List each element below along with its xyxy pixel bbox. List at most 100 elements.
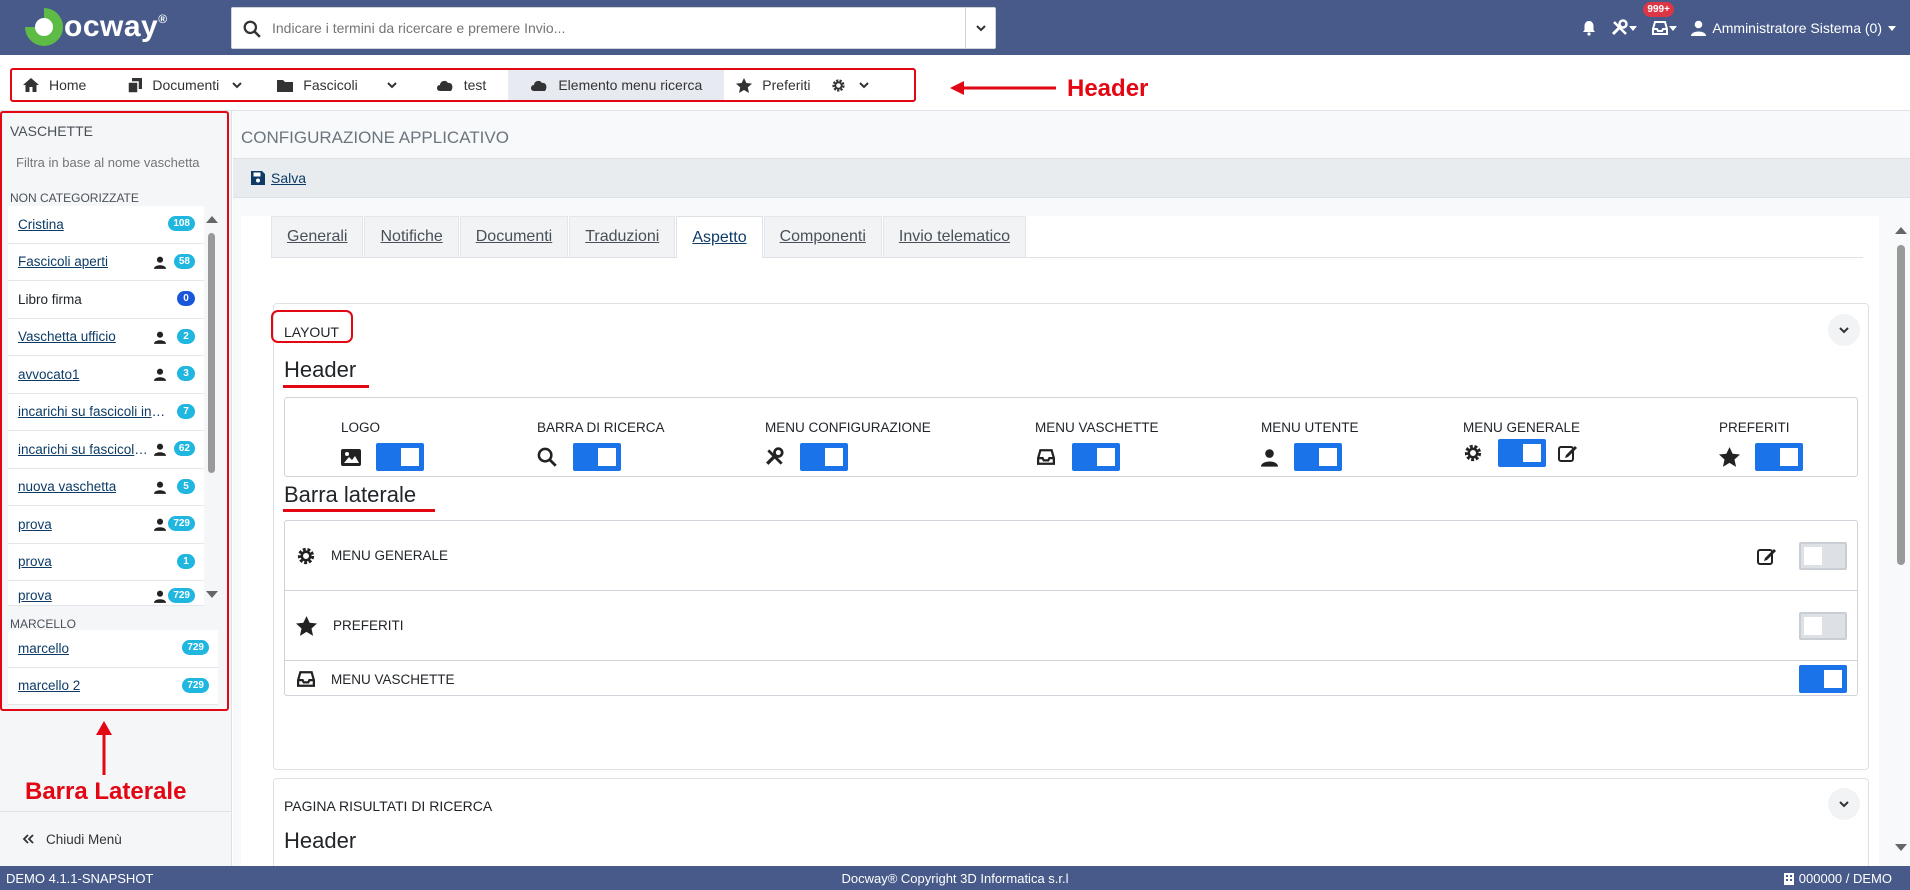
option-label: BARRA DI RICERCA <box>537 420 665 435</box>
close-menu-label: Chiudi Menù <box>46 831 122 847</box>
option-label: MENU GENERALE <box>1463 420 1581 435</box>
annotation-arrow-up <box>96 721 112 775</box>
option-label: PREFERITI <box>333 618 404 633</box>
user-menu-button[interactable]: Amministratore Sistema (0) <box>1691 20 1896 36</box>
toggle-header-vaschette[interactable] <box>1072 443 1120 471</box>
header-option-logo: LOGO <box>341 420 424 471</box>
tab-invio-telematico[interactable]: Invio telematico <box>882 216 1027 257</box>
save-button[interactable]: Salva <box>251 170 306 186</box>
option-label: PREFERITI <box>1719 420 1790 435</box>
tab-traduzioni[interactable]: Traduzioni <box>569 216 676 257</box>
header-option-vaschette: MENU VASCHETTE <box>1035 420 1159 471</box>
main-nav: Home Documenti Fascicoli test Elemento m… <box>0 55 1910 111</box>
building-icon <box>1783 872 1794 885</box>
results-collapse-button[interactable] <box>1828 788 1860 820</box>
notifications-button[interactable] <box>1581 20 1597 36</box>
header-option-general: MENU GENERALE <box>1463 420 1580 467</box>
aoo-indicator: 000000 / DEMO <box>1783 871 1892 886</box>
caret-down-icon <box>1629 25 1638 31</box>
chevron-down-icon <box>1839 801 1849 808</box>
bell-icon <box>1583 20 1596 36</box>
edit-icon[interactable] <box>1757 546 1777 566</box>
header-option-user: MENU UTENTE <box>1261 420 1359 471</box>
toggle-header-search[interactable] <box>573 443 621 471</box>
gear-icon <box>1464 444 1482 462</box>
config-menu-button[interactable] <box>1611 18 1638 37</box>
aoo-label: 000000 / DEMO <box>1798 871 1892 886</box>
option-label: MENU VASCHETTE <box>331 671 455 687</box>
chevron-down-icon <box>1839 327 1849 334</box>
caret-down-icon <box>1669 25 1678 31</box>
logo-text: ocway <box>64 10 159 43</box>
inbox-icon <box>1037 449 1055 465</box>
results-header-section-title: Header <box>284 828 357 853</box>
main-content: CONFIGURAZIONE APPLICATIVO Salva General… <box>233 111 1910 866</box>
toggle-header-user[interactable] <box>1294 443 1342 471</box>
sidebar-options-box: MENU GENERALE PREFERITI MENU VASCHETTE <box>284 520 1858 696</box>
top-bar: ocway® 999+ Amministratore Sistema (0) <box>0 0 1910 55</box>
top-right-menu: 999+ Amministratore Sistema (0) <box>1581 0 1910 55</box>
vaschette-menu-button[interactable]: 999+ <box>1643 1 1678 36</box>
sidebar-underline-annotation <box>283 509 435 512</box>
sidebar-annotation-label: Barra Laterale <box>25 778 187 805</box>
results-card-title: PAGINA RISULTATI DI RICERCA <box>284 798 493 814</box>
toggle-header-config[interactable] <box>800 443 848 471</box>
layout-annotation-box <box>271 310 353 343</box>
toolbar: Salva <box>233 158 1910 198</box>
double-chevron-left-icon <box>22 834 34 844</box>
sidebar-section-title: Barra laterale <box>284 482 417 507</box>
page-title: CONFIGURAZIONE APPLICATIVO <box>241 128 509 147</box>
sidebar: VASCHETTE NON CATEGORIZZATE Cristina108 … <box>0 111 232 866</box>
edit-icon[interactable] <box>1558 443 1578 463</box>
toggle-sidebar-preferiti[interactable] <box>1799 612 1847 640</box>
tools-icon <box>766 447 784 465</box>
search-input[interactable] <box>272 8 952 48</box>
docway-logo[interactable]: ocway® <box>25 6 168 48</box>
header-option-preferiti: PREFERITI <box>1719 420 1803 471</box>
search-options-button[interactable] <box>965 8 995 48</box>
layout-card: LAYOUT Header LOGO BARRA DI RICERCA MENU… <box>271 303 1869 770</box>
copyright-label: Docway® Copyright 3D Informatica s.r.l <box>841 871 1069 886</box>
header-annotation-box <box>10 68 916 102</box>
option-label: MENU GENERALE <box>331 548 449 563</box>
save-icon <box>251 171 265 185</box>
main-scroll-thumb[interactable] <box>1897 245 1905 565</box>
option-label: MENU VASCHETTE <box>1035 420 1159 435</box>
caret-down-icon <box>1888 25 1896 31</box>
toggle-sidebar-vaschette[interactable] <box>1799 665 1847 693</box>
tab-generali[interactable]: Generali <box>271 216 364 257</box>
main-scrollbar[interactable] <box>1894 222 1908 859</box>
inbox-icon <box>1652 20 1669 35</box>
toggle-header-preferiti[interactable] <box>1755 443 1803 471</box>
scroll-up-icon <box>1895 227 1907 234</box>
footer: DEMO 4.1.1-SNAPSHOT Docway® Copyright 3D… <box>0 866 1910 890</box>
toggle-sidebar-general[interactable] <box>1799 542 1847 570</box>
tab-notifiche[interactable]: Notifiche <box>364 216 459 257</box>
user-icon <box>1261 448 1278 467</box>
tab-documenti[interactable]: Documenti <box>459 216 569 257</box>
tab-componenti[interactable]: Componenti <box>763 216 882 257</box>
toggle-header-logo[interactable] <box>376 443 424 471</box>
toggle-header-general[interactable] <box>1498 439 1546 467</box>
header-option-config: MENU CONFIGURAZIONE <box>765 420 931 471</box>
annotation-arrow-left <box>950 81 1056 95</box>
header-section-title: Header <box>284 357 357 382</box>
chevron-down-icon <box>975 25 986 32</box>
user-name: Amministratore Sistema (0) <box>1712 19 1882 36</box>
results-card: PAGINA RISULTATI DI RICERCA Header <box>273 778 1869 866</box>
save-label: Salva <box>271 170 307 186</box>
star-icon <box>295 615 317 636</box>
tab-aspetto[interactable]: Aspetto <box>676 216 763 258</box>
global-search <box>231 7 996 49</box>
header-option-search: BARRA DI RICERCA <box>537 420 665 471</box>
option-label: LOGO <box>341 420 381 435</box>
header-annotation-label: Header <box>1067 75 1149 102</box>
close-menu-button[interactable]: Chiudi Menù <box>0 811 231 866</box>
config-tabs: Generali Notifiche Documenti Traduzioni … <box>271 216 1863 258</box>
sidebar-option-preferiti: PREFERITI <box>285 591 1857 661</box>
layout-collapse-button[interactable] <box>1828 314 1860 346</box>
option-label: MENU UTENTE <box>1261 420 1359 435</box>
search-icon <box>243 20 261 38</box>
user-icon <box>1691 20 1707 36</box>
option-label: MENU CONFIGURAZIONE <box>765 420 931 435</box>
